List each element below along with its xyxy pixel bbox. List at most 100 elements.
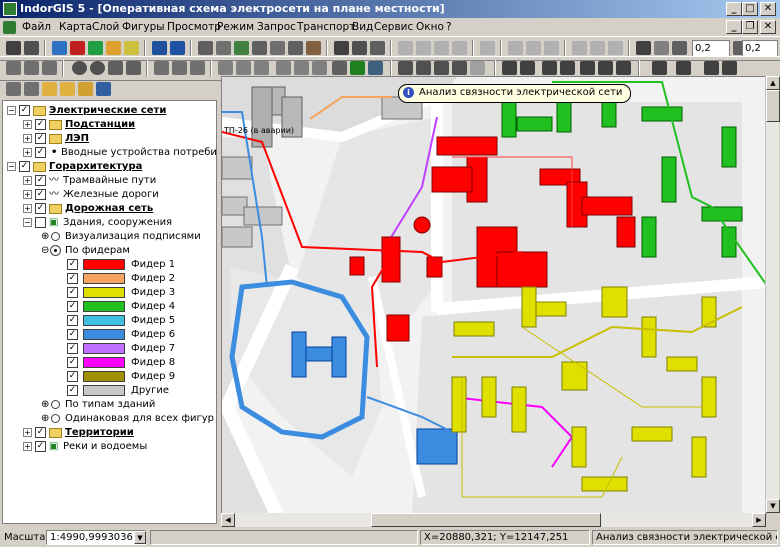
scale-field[interactable]: 1:4990,9993036 — [46, 530, 146, 545]
figure-tool-4-icon[interactable] — [252, 41, 267, 55]
close-button[interactable]: ✕ — [760, 2, 776, 16]
tool-1-icon[interactable] — [154, 61, 169, 75]
expand-icon[interactable]: + — [23, 148, 32, 157]
layer-checkbox[interactable]: ✓ — [35, 427, 46, 438]
radio-button[interactable] — [51, 400, 60, 409]
edit-tool-6-icon[interactable] — [608, 41, 623, 55]
layers-3-icon[interactable] — [434, 61, 449, 75]
grid-step-field-2[interactable]: 0,2 — [742, 40, 778, 57]
paste-icon[interactable] — [434, 41, 449, 55]
measure-icon[interactable] — [42, 61, 57, 75]
analysis-2-icon[interactable] — [520, 61, 535, 75]
layer-checkbox[interactable]: ✓ — [35, 119, 46, 130]
radio-button[interactable] — [51, 414, 60, 423]
cut-icon[interactable] — [398, 41, 413, 55]
expand-icon[interactable]: + — [23, 134, 32, 143]
edit-tool-2-icon[interactable] — [526, 41, 541, 55]
mdi-minimize-button[interactable]: _ — [726, 20, 742, 34]
feeder-checkbox[interactable]: ✓ — [67, 315, 78, 326]
figure-tool-1-icon[interactable] — [198, 41, 213, 55]
panel-icon[interactable] — [652, 61, 667, 75]
layer-checkbox[interactable]: ✓ — [35, 147, 46, 158]
layer-checkbox[interactable] — [35, 217, 46, 228]
route-icon[interactable] — [704, 61, 719, 75]
layer-red-icon[interactable] — [70, 41, 85, 55]
ruler-icon[interactable] — [276, 61, 291, 75]
zoom-in-icon[interactable] — [72, 61, 87, 75]
mdi-restore-button[interactable]: ❐ — [742, 20, 758, 34]
expand-icon[interactable]: + — [23, 442, 32, 451]
menu-transport[interactable]: Транспорт — [297, 21, 355, 33]
layers-1-icon[interactable] — [398, 61, 413, 75]
expand-icon[interactable]: + — [23, 190, 32, 199]
line-tool-icon[interactable] — [218, 61, 233, 75]
menu-figures[interactable]: Фигуры — [122, 21, 165, 33]
menu-view[interactable]: Вид — [352, 21, 373, 33]
layer-green-icon[interactable] — [88, 41, 103, 55]
window-icon[interactable] — [676, 61, 691, 75]
layers-4-icon[interactable] — [452, 61, 467, 75]
open-map-icon[interactable] — [24, 41, 39, 55]
analysis-6-icon[interactable] — [598, 61, 613, 75]
collapse-icon[interactable]: − — [7, 106, 16, 115]
menu-service[interactable]: Сервис — [374, 21, 413, 33]
expand-icon[interactable]: + — [23, 428, 32, 437]
scroll-right-button[interactable]: ▶ — [752, 513, 766, 527]
menu-query[interactable]: Запрос — [257, 21, 296, 33]
analysis-4-icon[interactable] — [560, 61, 575, 75]
maximize-button[interactable]: □ — [742, 2, 758, 16]
menu-map[interactable]: Карта — [59, 21, 92, 33]
horizontal-scrollbar[interactable]: ◀ ▶ — [221, 513, 766, 527]
menu-view-mode[interactable]: Просмотр — [167, 21, 221, 33]
tree-tool-2-icon[interactable] — [24, 82, 39, 96]
feeder-checkbox[interactable]: ✓ — [67, 357, 78, 368]
minimize-button[interactable]: _ — [726, 2, 742, 16]
layer-checkbox[interactable]: ✓ — [35, 441, 46, 452]
menu-file[interactable]: Файл — [22, 21, 51, 33]
help-pointer-icon[interactable] — [190, 61, 205, 75]
feeder-checkbox[interactable]: ✓ — [67, 287, 78, 298]
curve-tool-icon[interactable] — [294, 61, 309, 75]
scroll-thumb[interactable] — [766, 90, 780, 122]
grid-step-field[interactable]: 0,2 — [692, 40, 730, 57]
map-canvas[interactable]: ТП-26 (в аварии) i Анализ связности элек… — [221, 76, 767, 514]
feeder-checkbox[interactable]: ✓ — [67, 343, 78, 354]
grid-icon[interactable] — [654, 41, 669, 55]
find-icon[interactable] — [722, 61, 737, 75]
edit-tool-1-icon[interactable] — [508, 41, 523, 55]
expand-icon[interactable]: + — [23, 204, 32, 213]
select-icon[interactable] — [6, 61, 21, 75]
print-icon[interactable] — [334, 41, 349, 55]
vertical-scrollbar[interactable]: ▲ ▼ — [765, 76, 780, 513]
edit-tool-4-icon[interactable] — [572, 41, 587, 55]
layer-checkbox[interactable]: ✓ — [35, 133, 46, 144]
snap-icon[interactable] — [636, 41, 651, 55]
analysis-7-icon[interactable] — [616, 61, 631, 75]
mdi-close-button[interactable]: ✕ — [760, 20, 776, 34]
analysis-1-icon[interactable] — [502, 61, 517, 75]
edit-tool-3-icon[interactable] — [544, 41, 559, 55]
layer-checkbox[interactable]: ✓ — [35, 203, 46, 214]
analysis-3-icon[interactable] — [542, 61, 557, 75]
layer-checkbox[interactable]: ✓ — [19, 105, 30, 116]
figure-tool-3-icon[interactable] — [234, 41, 249, 55]
tool-2-icon[interactable] — [172, 61, 187, 75]
menu-help[interactable]: ? — [446, 21, 452, 33]
layers-2-icon[interactable] — [416, 61, 431, 75]
menu-layer[interactable]: Слой — [92, 21, 119, 33]
paint-icon[interactable] — [452, 41, 467, 55]
analysis-5-icon[interactable] — [580, 61, 595, 75]
menu-window[interactable]: Окно — [416, 21, 444, 33]
grid-step-icon[interactable] — [672, 41, 687, 55]
layer-checkbox[interactable]: ✓ — [35, 175, 46, 186]
expand-icon[interactable]: + — [23, 120, 32, 129]
feeder-checkbox[interactable]: ✓ — [67, 301, 78, 312]
scroll-left-button[interactable]: ◀ — [221, 513, 235, 527]
expand-icon[interactable]: + — [23, 176, 32, 185]
city-map[interactable]: ТП-26 (в аварии) — [222, 77, 767, 514]
layer-yellow-icon[interactable] — [124, 41, 139, 55]
radio-button[interactable] — [51, 232, 60, 241]
figure-tool-6-icon[interactable] — [288, 41, 303, 55]
scale-dropdown-button[interactable]: ▼ — [134, 531, 146, 544]
zoom-window-icon[interactable] — [108, 61, 123, 75]
